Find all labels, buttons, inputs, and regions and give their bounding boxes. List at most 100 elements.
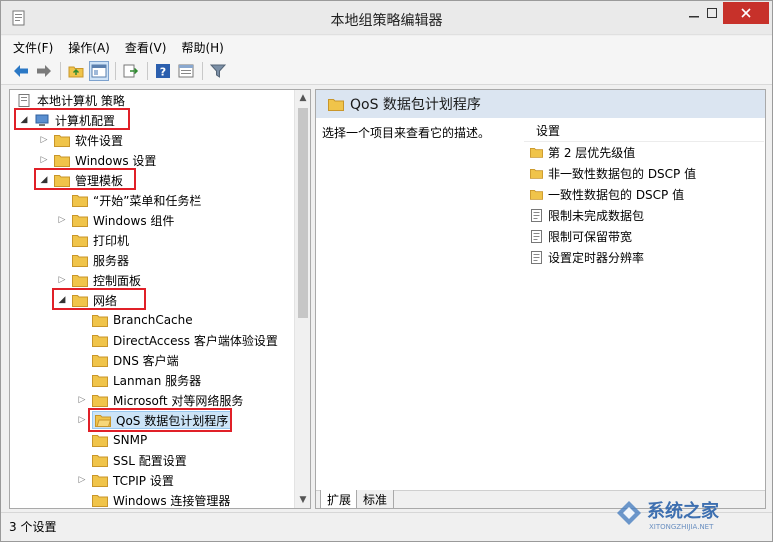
tree-item-ssl[interactable]: SSL 配置设置	[92, 450, 187, 470]
menu-file[interactable]: 文件(F)	[13, 39, 53, 56]
setting-row[interactable]: 限制可保留带宽	[530, 226, 632, 246]
folder-icon	[530, 168, 543, 179]
up-one-level-button[interactable]	[66, 61, 86, 81]
tree-item-tcpip[interactable]: ▷ TCPIP 设置	[76, 470, 174, 490]
properties-button[interactable]	[176, 61, 196, 81]
folder-icon	[92, 334, 108, 347]
folder-icon	[530, 189, 543, 200]
scrollbar-thumb[interactable]	[298, 108, 308, 318]
tree-item-label: SSL 配置设置	[113, 453, 187, 468]
filter-button[interactable]	[208, 61, 228, 81]
collapsed-triangle-icon[interactable]: ▷	[56, 214, 68, 226]
close-button[interactable]	[723, 2, 769, 24]
tree-item-windows-conn-mgr[interactable]: Windows 连接管理器	[92, 490, 230, 508]
tree-item-label: BranchCache	[113, 313, 193, 327]
tab-extended[interactable]: 扩展	[320, 490, 359, 508]
tab-standard[interactable]: 标准	[356, 490, 395, 508]
filter-icon	[210, 64, 226, 78]
maximize-button[interactable]	[699, 2, 725, 24]
folder-icon	[72, 274, 88, 287]
watermark-text: 系统之家	[647, 500, 720, 522]
folder-up-icon	[68, 66, 84, 78]
tree-item-label: TCPIP 设置	[113, 473, 174, 488]
setting-label: 第 2 层优先级值	[548, 145, 636, 160]
collapsed-triangle-icon[interactable]: ▷	[56, 274, 68, 286]
export-list-button[interactable]	[121, 61, 141, 81]
tree-vertical-scrollbar[interactable]: ▲ ▼	[294, 90, 310, 508]
tree-item-label: “开始”菜单和任务栏	[93, 193, 202, 208]
setting-row[interactable]: 一致性数据包的 DSCP 值	[530, 184, 684, 204]
export-icon	[123, 64, 139, 78]
setting-label: 非一致性数据包的 DSCP 值	[548, 166, 697, 181]
tree-item-printers[interactable]: 打印机	[72, 230, 129, 250]
tree-item-server[interactable]: 服务器	[72, 250, 129, 270]
policy-setting-icon	[531, 250, 542, 264]
folder-icon	[328, 98, 344, 111]
forward-arrow-icon	[37, 65, 51, 77]
details-header: QoS 数据包计划程序	[316, 90, 765, 118]
details-header-title: QoS 数据包计划程序	[350, 97, 481, 113]
menu-help[interactable]: 帮助(H)	[181, 39, 223, 56]
tree-item-branchcache[interactable]: BranchCache	[92, 310, 193, 330]
close-icon	[741, 8, 751, 18]
console-tree[interactable]: 本地计算机 策略 ◢ 计算机配置 ▷ 软件设置 ▷ Windows 设置 ◢ 管…	[9, 89, 311, 509]
setting-row[interactable]: 限制未完成数据包	[530, 205, 644, 225]
tree-item-label: Lanman 服务器	[113, 373, 202, 388]
collapsed-triangle-icon[interactable]: ▷	[38, 134, 50, 146]
tree-item-windows-settings[interactable]: ▷ Windows 设置	[38, 150, 157, 170]
details-pane: QoS 数据包计划程序 选择一个项目来查看它的描述。 设置 第 2 层优先级值 …	[315, 89, 766, 509]
folder-icon	[72, 194, 88, 207]
tree-item-snmp[interactable]: SNMP	[92, 430, 147, 450]
folder-icon	[92, 474, 108, 487]
folder-icon	[92, 314, 108, 327]
show-hide-tree-button[interactable]	[89, 61, 109, 81]
highlight-box-qos	[88, 408, 232, 432]
tree-item-start-menu[interactable]: “开始”菜单和任务栏	[72, 190, 201, 210]
tree-item-control-panel[interactable]: ▷ 控制面板	[56, 270, 141, 290]
collapsed-triangle-icon[interactable]: ▷	[38, 154, 50, 166]
collapsed-triangle-icon[interactable]: ▷	[76, 394, 88, 406]
tree-item-label: DNS 客户端	[113, 353, 179, 368]
minimize-icon	[689, 16, 699, 18]
folder-icon	[54, 154, 70, 167]
highlight-box-network	[52, 288, 146, 310]
folder-icon	[92, 354, 108, 367]
setting-label: 限制可保留带宽	[548, 229, 633, 244]
toolbar-separator	[147, 62, 148, 80]
folder-icon	[54, 134, 70, 147]
menu-action[interactable]: 操作(A)	[68, 39, 110, 56]
tree-item-directaccess[interactable]: DirectAccess 客户端体验设置	[92, 330, 278, 350]
maximize-icon	[707, 8, 717, 18]
back-arrow-icon	[14, 65, 28, 77]
properties-icon	[178, 64, 194, 78]
toolbar: ?	[1, 58, 772, 85]
gpedit-window: 本地组策略编辑器 文件(F) 操作(A) 查看(V) 帮助(H) ? 本地计算机…	[0, 0, 773, 542]
folder-icon	[92, 494, 108, 507]
setting-row[interactable]: 第 2 层优先级值	[530, 142, 635, 162]
scroll-up-arrow-icon[interactable]: ▲	[295, 90, 310, 106]
highlight-box-admin-templates	[34, 168, 136, 190]
collapsed-triangle-icon[interactable]: ▷	[76, 414, 88, 426]
tree-item-label: 服务器	[93, 253, 130, 268]
tree-item-software-settings[interactable]: ▷ 软件设置	[38, 130, 123, 150]
menu-view[interactable]: 查看(V)	[125, 39, 167, 56]
column-header-setting[interactable]: 设置	[524, 120, 764, 142]
title-bar[interactable]: 本地组策略编辑器	[1, 1, 772, 35]
tree-item-label: Microsoft 对等网络服务	[113, 393, 244, 408]
tree-item-root[interactable]: 本地计算机 策略	[16, 90, 125, 110]
setting-row[interactable]: 非一致性数据包的 DSCP 值	[530, 163, 696, 183]
tree-item-windows-components[interactable]: ▷ Windows 组件	[56, 210, 175, 230]
folder-icon	[92, 374, 108, 387]
scroll-down-arrow-icon[interactable]: ▼	[295, 492, 310, 508]
tree-item-ms-p2p[interactable]: ▷ Microsoft 对等网络服务	[76, 390, 244, 410]
tree-item-lanman-server[interactable]: Lanman 服务器	[92, 370, 201, 390]
collapsed-triangle-icon[interactable]: ▷	[76, 474, 88, 486]
status-text: 3 个设置	[9, 520, 57, 534]
forward-button[interactable]	[34, 61, 54, 81]
back-button[interactable]	[11, 61, 31, 81]
setting-row[interactable]: 设置定时器分辨率	[530, 247, 644, 267]
tree-item-dns-client[interactable]: DNS 客户端	[92, 350, 179, 370]
policy-document-icon	[18, 93, 30, 107]
help-button[interactable]: ?	[153, 61, 173, 81]
setting-label: 限制未完成数据包	[548, 208, 645, 223]
